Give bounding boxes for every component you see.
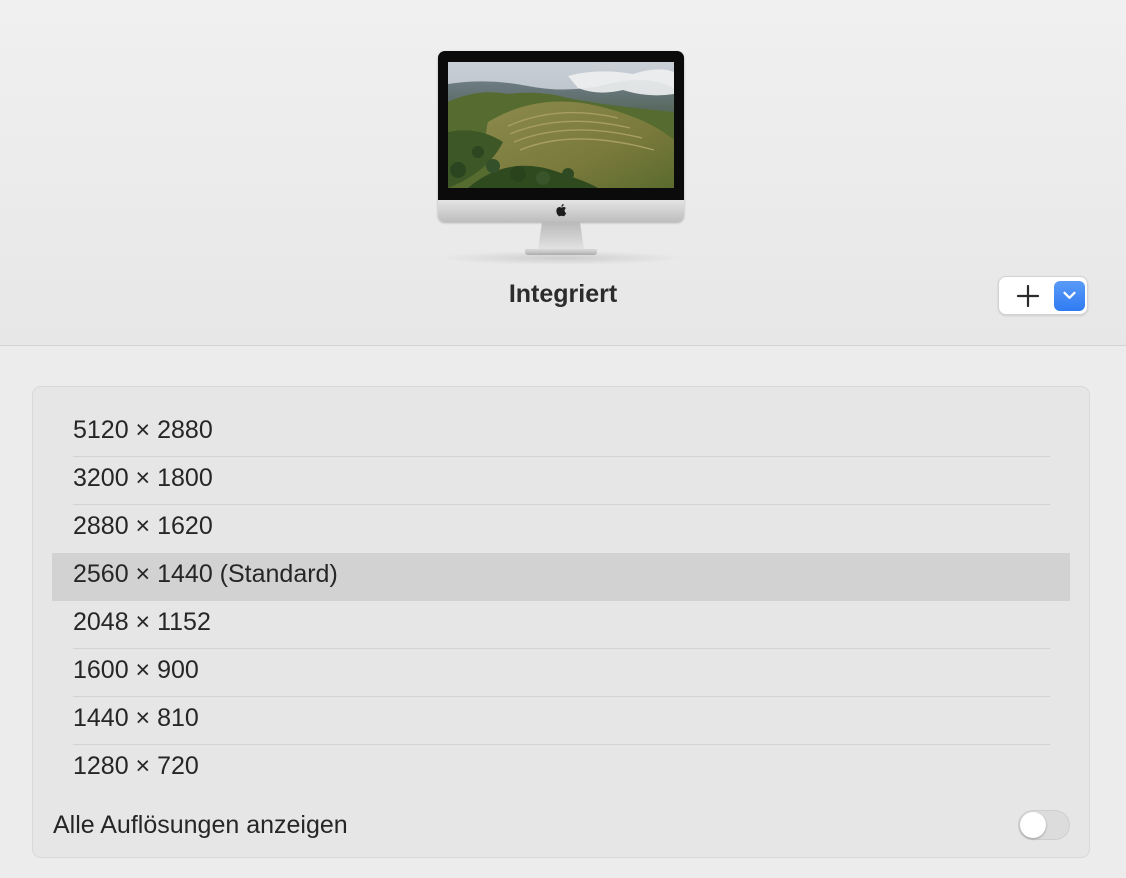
resolution-option[interactable]: 2880 × 1620 bbox=[52, 505, 1070, 553]
resolution-label: 5120 × 2880 bbox=[73, 416, 213, 444]
resolution-label: 1440 × 810 bbox=[73, 704, 199, 732]
toggle-knob bbox=[1020, 812, 1046, 838]
apple-logo-icon bbox=[556, 204, 567, 217]
resolution-panel: 5120 × 2880 3200 × 1800 2880 × 1620 2560… bbox=[32, 386, 1090, 858]
show-all-resolutions-row: Alle Auflösungen anzeigen bbox=[33, 805, 1089, 845]
resolution-label: 1600 × 900 bbox=[73, 656, 199, 684]
imac-bezel bbox=[438, 51, 684, 200]
display-options-dropdown[interactable] bbox=[1054, 281, 1085, 311]
resolution-label: 2560 × 1440 (Standard) bbox=[73, 560, 338, 588]
show-all-resolutions-toggle[interactable] bbox=[1018, 810, 1070, 840]
resolution-label: 2048 × 1152 bbox=[73, 608, 211, 636]
resolution-option[interactable]: 1600 × 900 bbox=[52, 649, 1070, 697]
resolution-list: 5120 × 2880 3200 × 1800 2880 × 1620 2560… bbox=[52, 409, 1070, 793]
imac-shadow bbox=[438, 251, 684, 265]
chevron-down-icon bbox=[1063, 291, 1076, 299]
resolution-label: 1280 × 720 bbox=[73, 752, 199, 780]
resolution-option[interactable]: 3200 × 1800 bbox=[52, 457, 1070, 505]
resolution-option[interactable]: 1280 × 720 bbox=[52, 745, 1070, 793]
display-header: Integriert bbox=[0, 0, 1126, 346]
display-name: Integriert bbox=[508, 280, 618, 308]
plus-icon bbox=[1016, 284, 1040, 308]
resolution-option[interactable]: 2048 × 1152 bbox=[52, 601, 1070, 649]
wallpaper-image bbox=[448, 62, 674, 188]
resolution-option-selected[interactable]: 2560 × 1440 (Standard) bbox=[52, 553, 1070, 601]
resolution-label: 3200 × 1800 bbox=[73, 464, 213, 492]
imac-display bbox=[438, 51, 684, 222]
imac-stand bbox=[538, 222, 584, 250]
add-display-button[interactable] bbox=[1015, 283, 1041, 309]
resolution-option[interactable]: 1440 × 810 bbox=[52, 697, 1070, 745]
imac-icon bbox=[438, 51, 684, 266]
show-all-resolutions-label: Alle Auflösungen anzeigen bbox=[53, 811, 348, 839]
add-display-control bbox=[998, 276, 1088, 315]
resolution-label: 2880 × 1620 bbox=[73, 512, 213, 540]
resolution-option[interactable]: 5120 × 2880 bbox=[52, 409, 1070, 457]
